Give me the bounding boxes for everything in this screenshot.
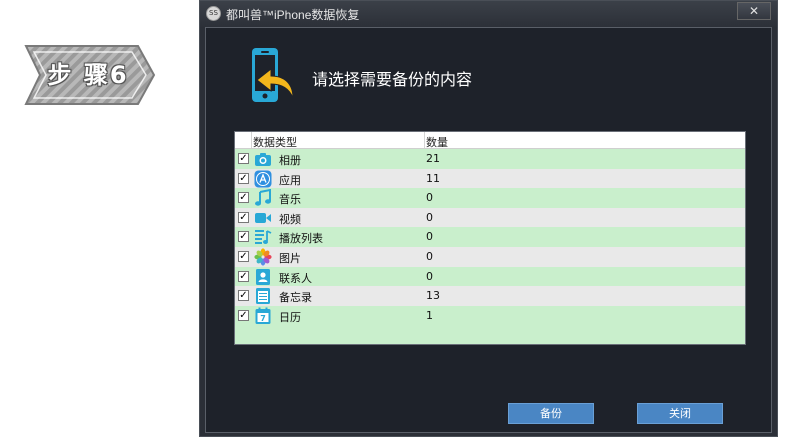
app-logo-icon: SS	[206, 6, 221, 21]
row-checkbox[interactable]: ✓	[238, 172, 249, 184]
row-type-name: 应用	[279, 173, 301, 187]
row-type-name: 音乐	[279, 193, 301, 207]
table-row[interactable]: ✓ 应用 11	[235, 168, 745, 189]
row-count: 0	[426, 191, 433, 205]
video-camera-icon	[255, 212, 271, 223]
phone-restore-icon	[252, 48, 294, 102]
row-type-name: 播放列表	[279, 232, 323, 246]
table-row[interactable]: ✓ 7 日历 1	[235, 305, 745, 326]
camera-icon	[255, 153, 271, 166]
window-close-button[interactable]: ✕	[737, 2, 771, 20]
table-row[interactable]: ✓ 相册 21	[235, 149, 745, 169]
row-type-name: 相册	[279, 154, 301, 167]
row-count: 11	[426, 171, 440, 185]
page-heading: 请选择需要备份的内容	[312, 70, 473, 89]
row-checkbox[interactable]: ✓	[238, 309, 249, 321]
app-window: SS 都叫兽™iPhone数据恢复 ✕ 请选择需要备份的内容 数据类型 数量 ✓	[199, 0, 778, 437]
row-type-name: 视频	[279, 212, 301, 226]
step-label: 步 骤6	[47, 61, 129, 89]
contacts-icon	[256, 268, 270, 285]
calendar-day-number: 7	[260, 314, 266, 323]
row-type-name: 图片	[279, 252, 301, 265]
table-row[interactable]: ✓ 音乐 0	[235, 188, 745, 208]
row-type-name: 备忘录	[279, 291, 312, 305]
header-divider	[424, 132, 425, 148]
row-count: 0	[426, 269, 433, 283]
column-header-count[interactable]: 数量	[426, 134, 448, 150]
row-checkbox[interactable]: ✓	[238, 290, 249, 302]
calendar-icon: 7	[255, 307, 271, 324]
content-panel: 请选择需要备份的内容 数据类型 数量 ✓ 相册 21 ✓ 应用 11 ✓ 音乐 …	[205, 27, 772, 433]
row-type-name: 联系人	[279, 271, 312, 285]
notes-icon	[256, 288, 270, 305]
title-bar[interactable]: SS 都叫兽™iPhone数据恢复 ✕	[200, 1, 777, 27]
close-button[interactable]: 关闭	[637, 403, 723, 424]
column-header-type[interactable]: 数据类型	[253, 134, 297, 150]
app-store-icon	[254, 170, 272, 188]
row-checkbox[interactable]: ✓	[238, 211, 249, 223]
row-checkbox[interactable]: ✓	[238, 270, 249, 282]
header-divider	[251, 132, 252, 148]
row-checkbox[interactable]: ✓	[238, 231, 249, 243]
data-type-table: 数据类型 数量 ✓ 相册 21 ✓ 应用 11 ✓ 音乐 0 ✓ 视频 0 ✓ …	[234, 131, 746, 345]
row-type-name: 日历	[279, 310, 301, 324]
row-checkbox[interactable]: ✓	[238, 251, 249, 262]
window-title: 都叫兽™iPhone数据恢复	[226, 8, 360, 22]
row-checkbox[interactable]: ✓	[238, 192, 249, 204]
row-count: 13	[426, 289, 440, 303]
row-checkbox[interactable]: ✓	[238, 153, 249, 164]
row-count: 1	[426, 308, 433, 322]
table-row[interactable]: ✓ 联系人 0	[235, 266, 745, 287]
table-row[interactable]: ✓ 视频 0	[235, 207, 745, 228]
table-row[interactable]: ✓ 播放列表 0	[235, 227, 745, 247]
row-count: 21	[426, 152, 440, 165]
table-row[interactable]: ✓ 图片 0	[235, 247, 745, 267]
row-count: 0	[426, 250, 433, 263]
table-header: 数据类型 数量	[235, 132, 745, 149]
row-count: 0	[426, 210, 433, 224]
step-badge: 步 骤6	[20, 44, 156, 106]
table-row[interactable]: ✓ 备忘录 13	[235, 286, 745, 306]
photos-flower-icon	[254, 248, 272, 266]
backup-button[interactable]: 备份	[508, 403, 594, 424]
music-note-icon	[255, 189, 271, 206]
row-count: 0	[426, 230, 433, 244]
playlist-icon	[255, 230, 272, 245]
